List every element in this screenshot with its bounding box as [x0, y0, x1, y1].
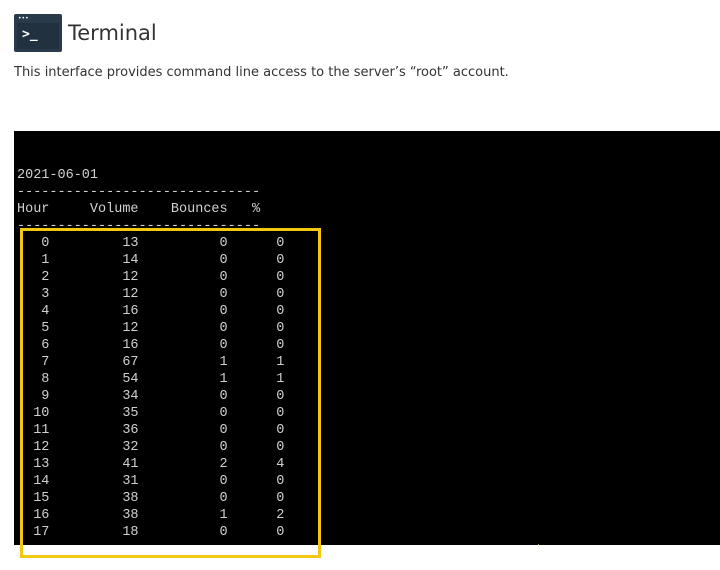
terminal-console[interactable]: 2021-06-01 ------------------------------… — [14, 131, 720, 545]
prompt-icon: >_ — [22, 27, 38, 42]
terminal-data-row: 16 38 1 2 — [17, 508, 285, 523]
terminal-data-row: 7 67 1 1 — [17, 355, 285, 370]
window-dots-icon: ••• — [18, 15, 29, 22]
terminal-data-row: 4 16 0 0 — [17, 304, 285, 319]
terminal-data-row: 1 14 0 0 — [17, 253, 285, 268]
page-description: This interface provides command line acc… — [14, 65, 509, 80]
terminal-output[interactable]: 2021-06-01 ------------------------------… — [17, 167, 284, 541]
terminal-data-row: 2 12 0 0 — [17, 270, 285, 285]
terminal-data-row: 14 31 0 0 — [17, 474, 285, 489]
terminal-data-row: 10 35 0 0 — [17, 406, 285, 421]
terminal-separator-top: ------------------------------ — [17, 185, 261, 200]
cursor-speck — [538, 544, 539, 545]
terminal-data-row: 8 54 1 1 — [17, 372, 285, 387]
terminal-separator-bottom: ------------------------------ — [17, 219, 261, 234]
terminal-data-row: 0 13 0 0 — [17, 236, 285, 251]
terminal-header-row: Hour Volume Bounces % — [17, 202, 261, 217]
terminal-data-row: 5 12 0 0 — [17, 321, 285, 336]
page-title: Terminal — [68, 21, 157, 45]
terminal-data-row: 15 38 0 0 — [17, 491, 285, 506]
terminal-data-row: 12 32 0 0 — [17, 440, 285, 455]
terminal-data-row: 17 18 0 0 — [17, 525, 285, 540]
terminal-data-row: 13 41 2 4 — [17, 457, 285, 472]
page-header: ••• >_ Terminal — [14, 14, 157, 52]
terminal-date-line: 2021-06-01 — [17, 168, 99, 183]
terminal-data-row: 3 12 0 0 — [17, 287, 285, 302]
terminal-data-row: 11 36 0 0 — [17, 423, 285, 438]
terminal-icon: ••• >_ — [14, 14, 62, 52]
terminal-data-rows: 0 13 0 0 1 14 0 0 2 12 0 0 3 12 0 0 4 16… — [17, 235, 284, 541]
terminal-data-row: 9 34 0 0 — [17, 389, 285, 404]
terminal-data-row: 6 16 0 0 — [17, 338, 285, 353]
